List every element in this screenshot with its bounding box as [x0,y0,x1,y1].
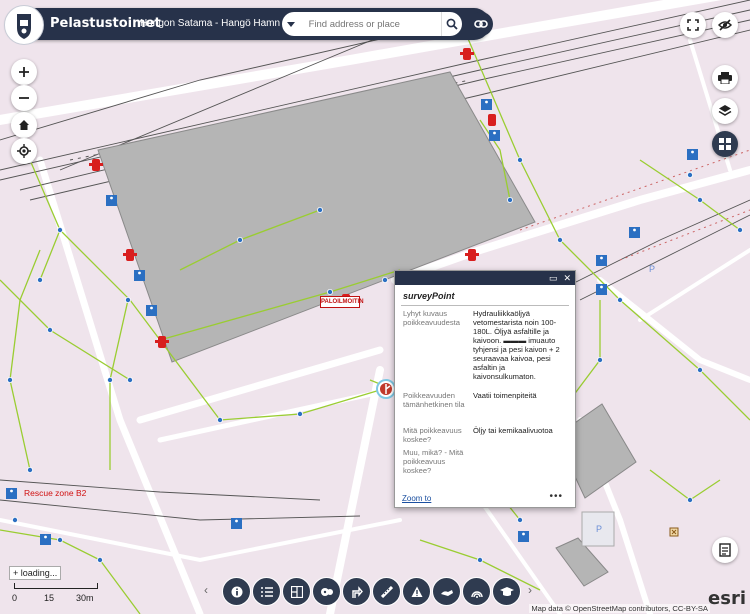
bookmark-icon [320,587,333,596]
feature-popup: ▭ ✕ surveyPoint Lyhyt kuvaus poikkeavuud… [394,270,576,508]
zoom-in-button[interactable] [11,59,37,85]
layer-list-button[interactable] [252,577,281,606]
education-icon [499,586,514,596]
fire-alarm-label: PALOILMOITIN [320,296,364,308]
loading-indicator: + loading... [9,566,62,580]
caret-down-icon [287,21,296,27]
warning-icon [411,586,422,597]
coverage-icon [470,590,483,598]
map-attribution[interactable]: Map data © OpenStreetMap contributors, C… [529,604,710,613]
survey-point-marker[interactable] [376,379,396,399]
info-icon [231,586,242,597]
bookmark-button[interactable] [312,577,341,606]
minus-icon [19,97,29,99]
popup-field-label: Mitä poikkeavuus koskee? [403,426,462,444]
document-icon [719,543,731,557]
scale-label: 0 [12,593,18,603]
layers-icon [718,105,732,116]
layer-list-icon [260,586,273,597]
search-widget [282,12,462,36]
locate-icon [17,144,31,158]
search-button[interactable] [440,12,462,36]
locate-button[interactable] [11,138,37,164]
popup-divider [401,305,569,306]
poi-icon [669,527,679,537]
zoom-to-link[interactable]: Zoom to [402,494,431,503]
widget-grid-button[interactable] [712,131,738,157]
basemap-gallery-icon [290,585,303,598]
directions-icon [351,585,363,598]
measure-button[interactable] [372,577,401,606]
warning-button[interactable] [402,577,431,606]
toggle-visibility-button[interactable] [712,12,738,38]
rescue-zone-label: Rescue zone B2 [24,488,87,498]
scale-bar: 0 15 30m [6,583,102,613]
app-header: Pelastustoimet Hangon Satama - Hangö Ham… [4,5,493,45]
link-icon [474,20,488,28]
survey-button[interactable] [432,577,461,606]
expand-icon[interactable]: + [13,568,18,578]
home-icon [19,120,29,130]
scale-label: 15 [44,593,55,603]
maximize-icon[interactable]: ▭ [549,273,558,283]
basemap-gallery-button[interactable] [282,577,311,606]
scale-bar-line [14,583,98,589]
map-canvas[interactable]: P P [0,0,750,614]
search-input[interactable] [306,13,441,35]
coverage-button[interactable] [462,577,491,606]
parking-label: P [596,524,602,534]
eye-off-icon [718,19,732,31]
notes-button[interactable] [712,537,738,563]
popup-titlebar: ▭ ✕ [395,271,575,285]
popup-field-value: Hydrauliikkaöljyä vetomestarista noin 10… [473,309,560,381]
education-button[interactable] [492,577,521,606]
popup-field-value: Öljy tai kemikaalivuotoa [473,426,553,435]
plus-icon [19,67,29,77]
app-logo[interactable] [4,5,44,45]
scale-label: 30m [76,593,94,603]
more-actions-button[interactable]: ••• [549,491,563,502]
measure-icon [380,585,393,598]
home-button[interactable] [11,112,37,138]
popup-title: surveyPoint [403,291,455,301]
popup-field-label: Poikkeavuuden tämänhetkinen tila [403,391,465,409]
search-source-dropdown[interactable] [282,12,301,36]
popup-field-label: Lyhyt kuvaus poikkeavuudesta [403,309,460,327]
printer-icon [718,72,732,84]
crest-icon [17,14,31,39]
directions-button[interactable] [342,577,371,606]
close-icon[interactable]: ✕ [563,273,571,283]
info-button[interactable] [222,577,251,606]
fullscreen-icon [687,19,699,31]
parking-label: P [649,264,655,274]
zoom-out-button[interactable] [11,85,37,111]
layers-button[interactable] [712,98,738,124]
popup-field-label: Muu, mikä? - Mitä poikkeavuus koskee? [403,448,464,475]
survey-icon [440,589,453,596]
scroll-right-icon[interactable]: › [528,583,532,597]
esri-logo: esri [708,588,746,609]
scroll-left-icon[interactable]: ‹ [204,583,208,597]
print-button[interactable] [712,65,738,91]
share-link-button[interactable] [469,12,493,36]
popup-field-value: Vaatii toimenpiteitä [473,391,537,400]
fullscreen-button[interactable] [680,12,706,38]
loading-text: loading... [20,568,58,578]
grid-icon [719,138,731,150]
search-icon [446,18,458,30]
